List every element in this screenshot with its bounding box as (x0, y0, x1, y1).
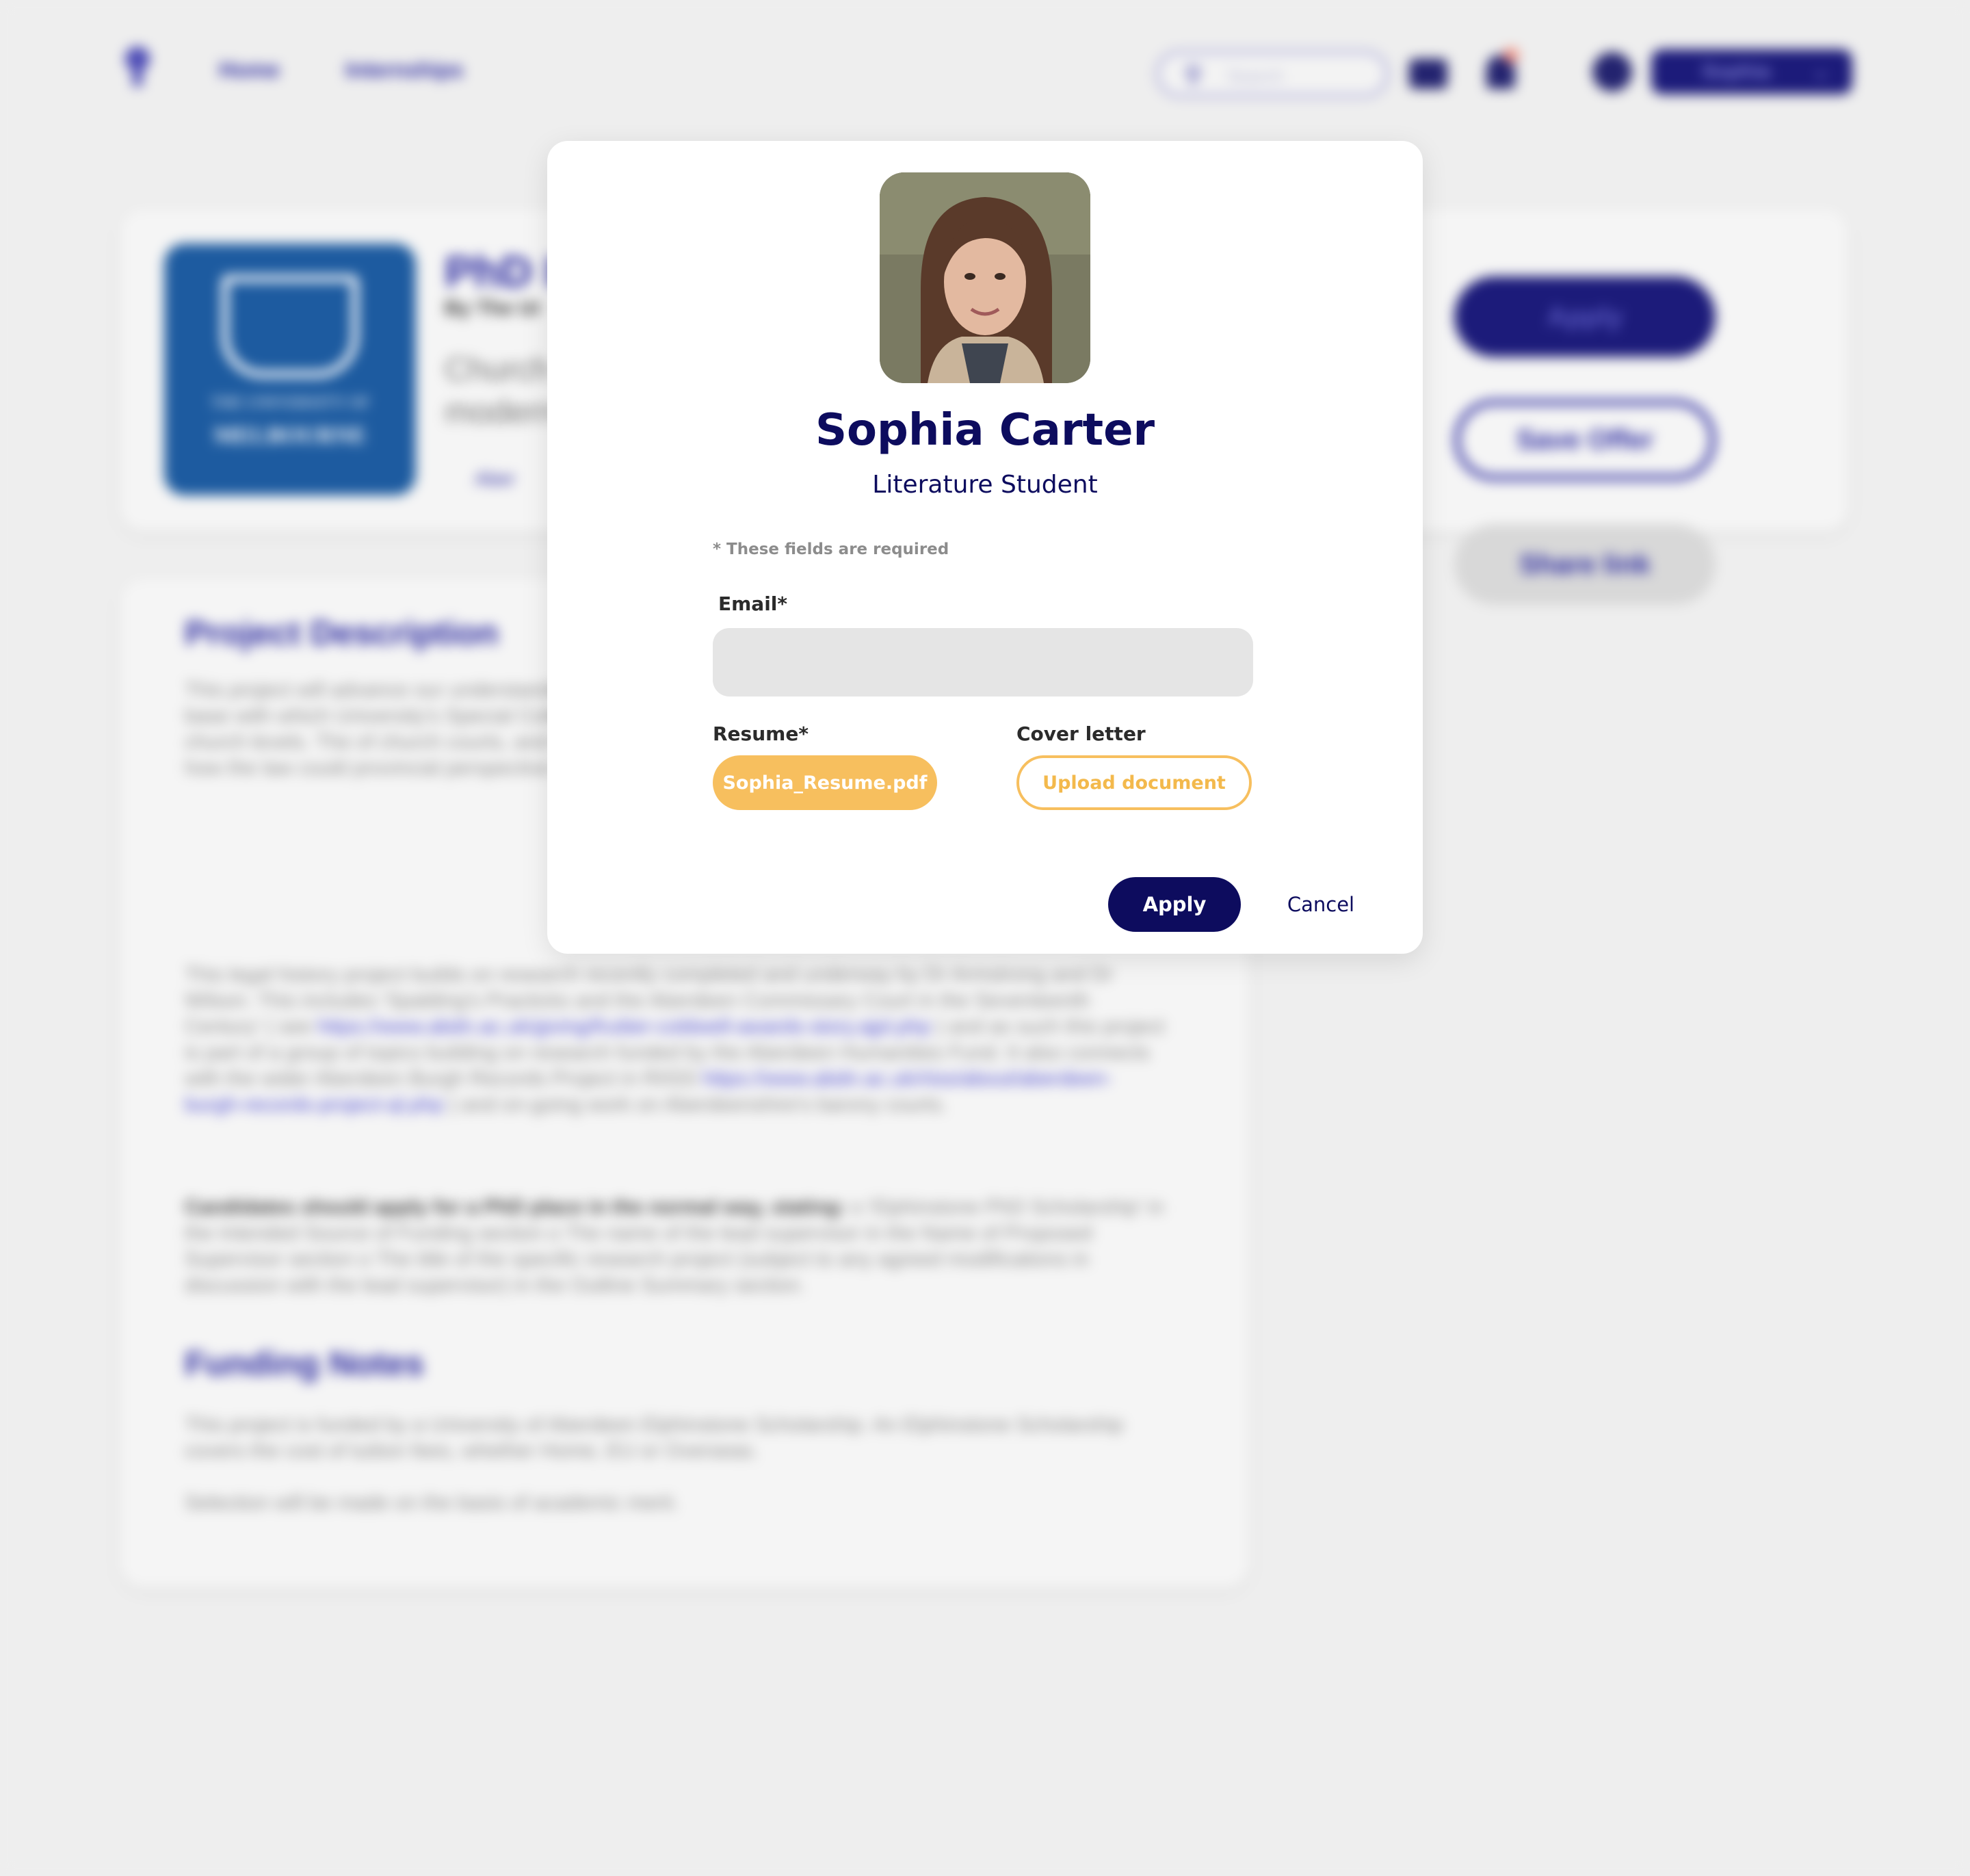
logo-line-1: THE UNIVERSITY OF (210, 394, 370, 412)
crest-icon (222, 275, 358, 378)
offer-apply-button[interactable]: Apply (1454, 276, 1716, 357)
resume-file-chip[interactable]: Sophia_Resume.pdf (713, 755, 937, 810)
application-modal: Sophia Carter Literature Student * These… (547, 141, 1423, 954)
funding-notes-heading: Funding Notes (185, 1344, 424, 1383)
lightbulb-logo-icon (125, 47, 150, 86)
profile-role: Literature Student (872, 471, 1098, 499)
paragraph-text: ) and on-going work on Aberdeenshire's b… (449, 1093, 947, 1116)
notification-badge (1503, 48, 1519, 63)
offer-organization: By The Ur (445, 297, 542, 320)
email-field[interactable] (713, 628, 1253, 696)
offer-title: PhD I (445, 247, 557, 296)
user-menu-button[interactable]: Sophia ⌄ (1651, 49, 1852, 94)
messages-icon[interactable] (1409, 59, 1447, 89)
search-placeholder: Search (1227, 66, 1284, 86)
upload-document-button[interactable]: Upload document (1016, 755, 1252, 810)
link-awards-story[interactable]: https://www.abdn.ac.uk/giving/fruitier-c… (317, 1015, 931, 1038)
search-icon: ⚲ (1185, 62, 1202, 88)
profile-name: Sophia Carter (815, 405, 1155, 456)
nav-internships-link[interactable]: Internships (345, 57, 463, 83)
funding-paragraph-2: Selection will be made on the basis of a… (185, 1491, 679, 1514)
user-menu-label: Sophia (1702, 60, 1771, 83)
chevron-down-icon: ⌄ (1813, 61, 1829, 82)
required-fields-note: * These fields are required (713, 540, 949, 558)
profile-photo-image (880, 172, 1090, 383)
university-logo: THE UNIVERSITY OF MELBOURNE (164, 244, 416, 495)
cover-letter-label: Cover letter (1016, 722, 1146, 745)
resume-label: Resume* (713, 722, 809, 745)
description-paragraph-2: This legal history project builds on res… (185, 962, 1170, 1118)
share-link-button[interactable]: Share link (1454, 524, 1716, 605)
description-paragraph-3: Candidates should apply for a PhD place … (185, 1195, 1170, 1299)
search-input[interactable]: ⚲ Search (1156, 51, 1389, 97)
cancel-button[interactable]: Cancel (1276, 877, 1365, 932)
project-description-heading: Project Description (185, 614, 499, 652)
profile-photo (880, 172, 1090, 383)
save-offer-button[interactable]: Save Offer (1454, 400, 1716, 480)
nav-home-link[interactable]: Home (219, 57, 280, 83)
funding-paragraph-1: This project is funded by a University o… (185, 1413, 1124, 1462)
apply-button[interactable]: Apply (1108, 877, 1241, 932)
logo-line-2: MELBOURNE (213, 423, 367, 448)
apply-instructions-heading: Candidates should apply for a PhD place … (185, 1196, 846, 1219)
user-avatar-icon[interactable] (1592, 52, 1632, 92)
offer-location-tag: Aber (475, 468, 516, 489)
email-label: Email* (718, 592, 788, 615)
